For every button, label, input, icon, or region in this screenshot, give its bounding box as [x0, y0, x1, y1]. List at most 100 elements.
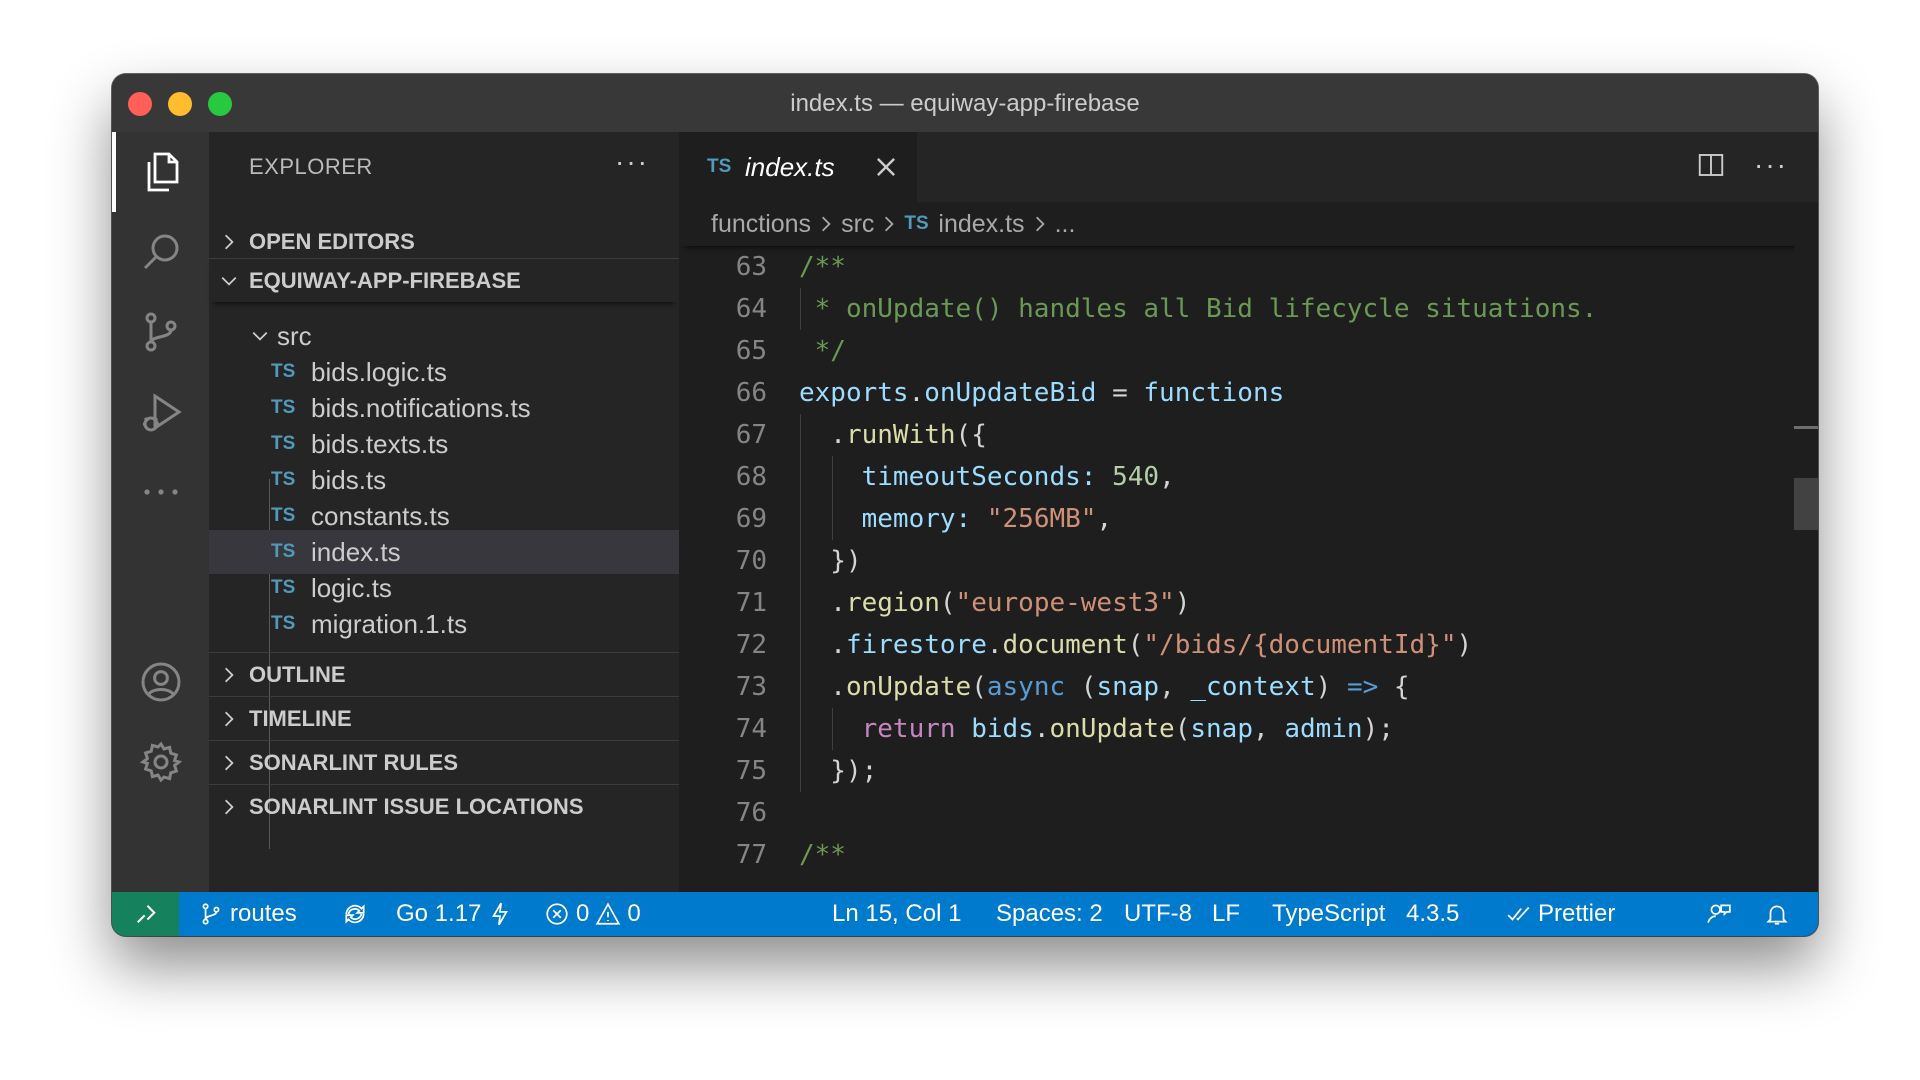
- code-line[interactable]: 66 exports.onUpdateBid = functions: [679, 372, 1285, 414]
- ts-version-status[interactable]: 4.3.5: [1406, 892, 1459, 936]
- line-number: 67: [735, 420, 767, 450]
- more-activity-button[interactable]: [112, 452, 209, 532]
- line-source: return bids.onUpdate(snap, admin);: [799, 714, 1394, 744]
- code-line[interactable]: 71 .region("europe-west3"): [679, 582, 1191, 624]
- branch-status[interactable]: routes: [198, 892, 297, 936]
- encoding-status[interactable]: UTF-8: [1124, 892, 1192, 936]
- code-line[interactable]: 63 /**: [679, 246, 846, 288]
- files-icon: [147, 152, 178, 192]
- typescript-file-icon: TS: [271, 613, 296, 634]
- code-token: .: [799, 420, 846, 450]
- cursor-position-status[interactable]: Ln 15, Col 1: [832, 892, 961, 936]
- indentation: Spaces: 2: [996, 900, 1103, 927]
- sync-icon: [345, 904, 365, 924]
- editor-area: TS index.ts ··· functions src TS index.t…: [679, 132, 1818, 892]
- notifications-button[interactable]: [1764, 892, 1790, 936]
- window-title: index.ts — equiway-app-firebase: [790, 90, 1140, 117]
- project-section[interactable]: EQUIWAY-APP-FIREBASE: [209, 258, 679, 302]
- sonarlint-rules-section[interactable]: SONARLINT RULES: [209, 740, 679, 784]
- line-source: }): [799, 546, 862, 576]
- code-line[interactable]: 76: [679, 792, 767, 834]
- code-token: =: [1096, 378, 1144, 408]
- prettier-status[interactable]: Prettier: [1506, 892, 1615, 936]
- code-token: async: [986, 672, 1066, 702]
- feedback-button[interactable]: [1706, 892, 1732, 936]
- code-line[interactable]: 67 .runWith({: [679, 414, 987, 456]
- language-mode-status[interactable]: TypeScript: [1272, 892, 1385, 936]
- code-token: .: [986, 630, 1003, 660]
- line-number: 76: [735, 798, 767, 828]
- chevron-right-icon: [822, 216, 831, 232]
- source-control-activity-button[interactable]: [112, 292, 209, 372]
- code-token: onUpdate: [1049, 714, 1175, 744]
- close-icon[interactable]: [873, 154, 899, 180]
- open-editors-label: OPEN EDITORS: [249, 229, 415, 254]
- run-debug-activity-button[interactable]: [112, 372, 209, 452]
- code-token: _context: [1190, 672, 1316, 702]
- explorer-more-button[interactable]: ···: [615, 146, 649, 178]
- typescript-file-icon: TS: [271, 469, 296, 490]
- code-token: ,: [1096, 504, 1113, 534]
- indentation-status[interactable]: Spaces: 2: [996, 892, 1103, 936]
- chevron-right-icon: [885, 216, 895, 232]
- editor-more-button[interactable]: ···: [1754, 150, 1788, 180]
- scrollbar-thumb[interactable]: [1794, 478, 1818, 530]
- file-name: index.ts: [311, 536, 401, 567]
- split-editor-icon[interactable]: [1696, 150, 1726, 180]
- breadcrumb-file[interactable]: index.ts: [938, 210, 1024, 239]
- file-name: bids.logic.ts: [311, 356, 447, 387]
- lightning-icon: [492, 902, 509, 926]
- eol-status[interactable]: LF: [1212, 892, 1240, 936]
- folder-name: src: [277, 320, 312, 351]
- outline-section[interactable]: OUTLINE: [209, 652, 679, 696]
- title-bar: index.ts — equiway-app-firebase: [112, 74, 1818, 133]
- code-editor[interactable]: 63 /** 64 * onUpdate() handles all Bid lif…: [679, 246, 1794, 892]
- sonarlint-issue-locations-section[interactable]: SONARLINT ISSUE LOCATIONS: [209, 784, 679, 828]
- breadcrumb-folder[interactable]: functions: [711, 210, 811, 239]
- breadcrumb-folder[interactable]: src: [841, 210, 874, 239]
- source-control-icon: [145, 312, 176, 352]
- breadcrumb: functions src TS index.ts ...: [679, 202, 1818, 246]
- manage-activity-button[interactable]: [112, 722, 209, 802]
- explorer-activity-button[interactable]: [112, 132, 209, 212]
- accounts-activity-button[interactable]: [112, 642, 209, 722]
- code-token: ): [1315, 672, 1347, 702]
- code-line[interactable]: 65 */: [679, 330, 846, 372]
- code-line[interactable]: 74 return bids.onUpdate(snap, admin);: [679, 708, 1394, 750]
- code-token: :: [1080, 462, 1097, 492]
- code-line[interactable]: 68 timeoutSeconds: 540,: [679, 456, 1175, 498]
- line-source: /**: [799, 840, 846, 870]
- section-label: SONARLINT ISSUE LOCATIONS: [249, 793, 584, 819]
- search-activity-button[interactable]: [112, 212, 209, 292]
- go-version-status[interactable]: Go 1.17: [396, 892, 513, 936]
- tab-label: index.ts: [745, 151, 835, 182]
- file-item[interactable]: TS migration.1.ts: [209, 602, 679, 646]
- breadcrumb-symbols[interactable]: ...: [1055, 210, 1076, 239]
- typescript-file-icon: TS: [271, 541, 296, 562]
- file-name: bids.texts.ts: [311, 428, 449, 459]
- code-line[interactable]: 72 .firestore.document("/bids/{documentI…: [679, 624, 1472, 666]
- problems-status[interactable]: 0 0: [544, 892, 641, 936]
- editor-scrollbar[interactable]: [1794, 246, 1818, 892]
- typescript-file-icon: TS: [271, 433, 296, 454]
- tab-index-ts[interactable]: TS index.ts: [679, 132, 917, 202]
- code-line[interactable]: 73 .onUpdate(async (snap, _context) => {: [679, 666, 1410, 708]
- remote-indicator[interactable]: [112, 892, 179, 936]
- code-token: onUpdate: [845, 672, 972, 702]
- line-number: 70: [735, 546, 767, 576]
- editor-actions: ···: [1696, 150, 1788, 180]
- file-name: migration.1.ts: [311, 608, 468, 639]
- code-line[interactable]: 77 /**: [679, 834, 846, 876]
- code-token: ,: [1159, 672, 1191, 702]
- timeline-section[interactable]: TIMELINE: [209, 696, 679, 740]
- line-number: 65: [735, 336, 767, 366]
- code-line[interactable]: 75 });: [679, 750, 878, 792]
- code-line[interactable]: 64 * onUpdate() handles all Bid lifecycl…: [679, 288, 1598, 330]
- code-line[interactable]: 70 }): [679, 540, 862, 582]
- code-token: }): [799, 546, 862, 576]
- sync-button[interactable]: [342, 892, 368, 936]
- file-name: bids.ts: [311, 464, 387, 495]
- code-line[interactable]: 69 memory: "256MB",: [679, 498, 1112, 540]
- code-token: exports: [799, 378, 909, 408]
